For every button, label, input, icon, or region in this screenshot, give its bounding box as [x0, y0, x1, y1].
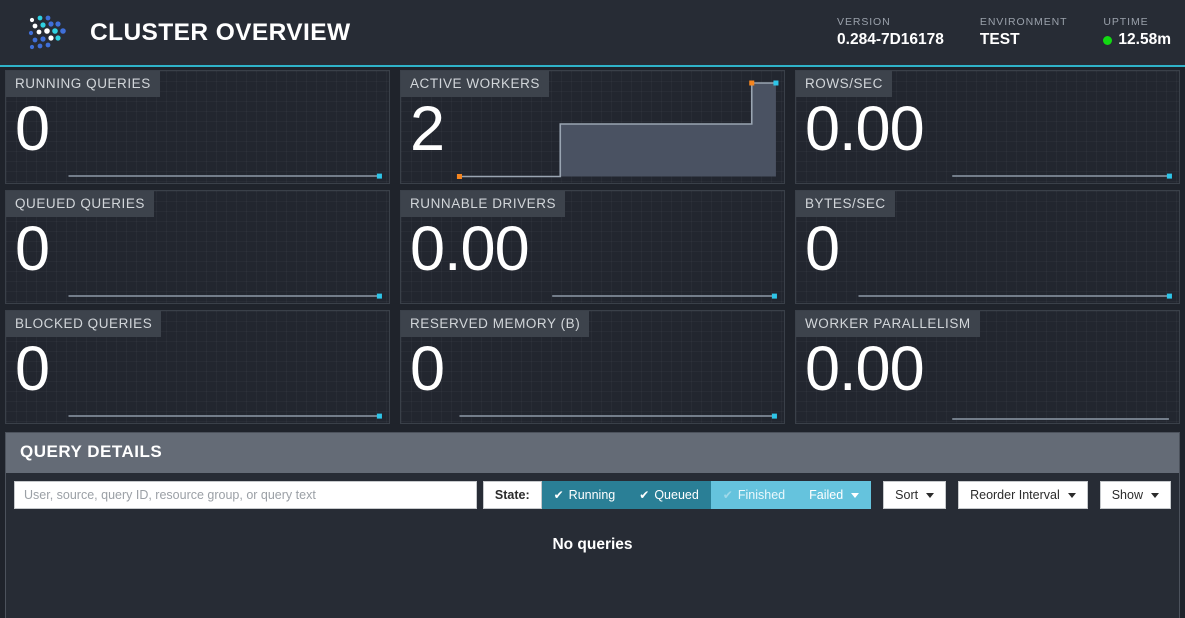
trino-dots-logo-icon	[22, 11, 76, 55]
stat-label: QUEUED QUERIES	[6, 191, 154, 217]
state-button-finished[interactable]: ✔ Finished	[711, 481, 797, 509]
check-icon: ✔	[639, 489, 649, 501]
stat-label: ACTIVE WORKERS	[401, 71, 549, 97]
meta-environment-label: ENVIRONMENT	[980, 16, 1068, 28]
empty-state-message: No queries	[552, 536, 632, 554]
check-icon: ✔	[723, 489, 733, 501]
state-button-finished-label: Finished	[738, 488, 785, 502]
meta-uptime: UPTIME 12.58m	[1103, 16, 1171, 49]
meta-uptime-value: 12.58m	[1118, 31, 1171, 49]
stat-label: BYTES/SEC	[796, 191, 895, 217]
stat-card-running-queries: RUNNING QUERIES 0	[5, 70, 390, 184]
meta-version: VERSION 0.284-7D16178	[837, 16, 944, 49]
stat-cell: RESERVED MEMORY (B) 0	[395, 307, 790, 427]
stat-label: RUNNING QUERIES	[6, 71, 160, 97]
meta-version-label: VERSION	[837, 16, 944, 28]
state-button-running-label: Running	[569, 488, 616, 502]
state-button-failed[interactable]: Failed	[797, 481, 871, 509]
stat-cell: RUNNING QUERIES 0	[0, 67, 395, 187]
chevron-down-icon	[851, 493, 859, 498]
stat-label: BLOCKED QUERIES	[6, 311, 161, 337]
stat-cell: ACTIVE WORKERS 2	[395, 67, 790, 187]
stat-card-runnable-drivers: RUNNABLE DRIVERS 0.00	[400, 190, 785, 304]
stat-card-blocked-queries: BLOCKED QUERIES 0	[5, 310, 390, 424]
meta-uptime-value-wrap: 12.58m	[1103, 31, 1171, 49]
check-icon: ✔	[554, 489, 564, 501]
meta-version-value: 0.284-7D16178	[837, 31, 944, 49]
meta-environment-value: TEST	[980, 31, 1068, 49]
reorder-interval-dropdown[interactable]: Reorder Interval	[958, 481, 1088, 509]
chevron-down-icon	[1151, 493, 1159, 498]
app-header: CLUSTER OVERVIEW VERSION 0.284-7D16178 E…	[0, 0, 1185, 67]
brand: CLUSTER OVERVIEW	[22, 11, 351, 55]
chevron-down-icon	[1068, 493, 1076, 498]
state-filter-group: State: ✔ Running ✔ Queued ✔ Finished Fai…	[483, 481, 871, 509]
stat-cell: BYTES/SEC 0	[790, 187, 1185, 307]
stat-cell: BLOCKED QUERIES 0	[0, 307, 395, 427]
show-dropdown-label: Show	[1112, 488, 1143, 502]
show-dropdown[interactable]: Show	[1100, 481, 1171, 509]
page-title: CLUSTER OVERVIEW	[90, 19, 351, 47]
stat-label: RESERVED MEMORY (B)	[401, 311, 589, 337]
search-input[interactable]	[14, 481, 477, 509]
query-list-body: No queries	[6, 518, 1179, 618]
stat-cell: RUNNABLE DRIVERS 0.00	[395, 187, 790, 307]
stat-label: WORKER PARALLELISM	[796, 311, 980, 337]
state-button-running[interactable]: ✔ Running	[542, 481, 628, 509]
stat-cell: QUEUED QUERIES 0	[0, 187, 395, 307]
status-dot-icon	[1103, 36, 1112, 45]
stat-cell: WORKER PARALLELISM 0.00	[790, 307, 1185, 427]
state-label: State:	[483, 481, 542, 509]
reorder-interval-dropdown-label: Reorder Interval	[970, 488, 1060, 502]
stat-card-queued-queries: QUEUED QUERIES 0	[5, 190, 390, 304]
state-button-queued[interactable]: ✔ Queued	[627, 481, 711, 509]
stat-card-active-workers: ACTIVE WORKERS 2	[400, 70, 785, 184]
state-button-failed-label: Failed	[809, 488, 843, 502]
query-details-title: QUERY DETAILS	[20, 442, 1165, 462]
query-details-panel: QUERY DETAILS State: ✔ Running ✔ Queued …	[5, 432, 1180, 618]
sort-dropdown[interactable]: Sort	[883, 481, 946, 509]
header-meta: VERSION 0.284-7D16178 ENVIRONMENT TEST U…	[837, 16, 1171, 49]
stat-label: RUNNABLE DRIVERS	[401, 191, 565, 217]
query-details-header: QUERY DETAILS	[6, 433, 1179, 473]
meta-uptime-label: UPTIME	[1103, 16, 1171, 28]
meta-environment: ENVIRONMENT TEST	[980, 16, 1068, 49]
sort-dropdown-label: Sort	[895, 488, 918, 502]
query-details-toolbar: State: ✔ Running ✔ Queued ✔ Finished Fai…	[6, 473, 1179, 518]
stat-card-reserved-memory: RESERVED MEMORY (B) 0	[400, 310, 785, 424]
stat-card-rows-per-sec: ROWS/SEC 0.00	[795, 70, 1180, 184]
state-button-queued-label: Queued	[654, 488, 698, 502]
stat-label: ROWS/SEC	[796, 71, 892, 97]
chevron-down-icon	[926, 493, 934, 498]
stat-card-bytes-per-sec: BYTES/SEC 0	[795, 190, 1180, 304]
stat-cell: ROWS/SEC 0.00	[790, 67, 1185, 187]
stat-card-worker-parallelism: WORKER PARALLELISM 0.00	[795, 310, 1180, 424]
cluster-stats-grid: RUNNING QUERIES 0 ACTIVE WORKERS 2	[0, 67, 1185, 427]
